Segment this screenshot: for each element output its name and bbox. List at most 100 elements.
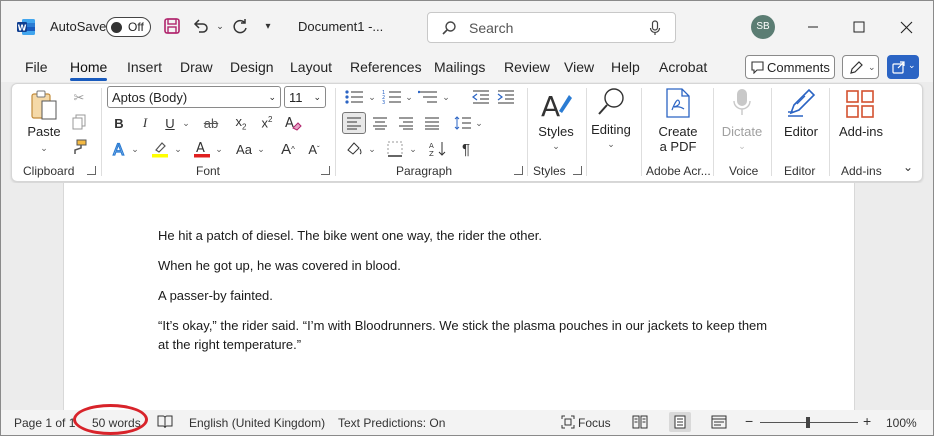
undo-icon[interactable] (191, 16, 211, 36)
zoom-level[interactable]: 100% (886, 416, 917, 430)
document-title[interactable]: Document1 -... (298, 19, 383, 34)
decrease-indent-icon[interactable] (471, 88, 491, 106)
dictate-microphone-icon[interactable] (731, 86, 753, 120)
text-effects-dropdown-icon[interactable]: ⌄ (130, 143, 140, 155)
tab-layout[interactable]: Layout (290, 59, 332, 75)
read-mode-icon[interactable] (632, 414, 648, 430)
page-count[interactable]: Page 1 of 1 (14, 416, 75, 430)
undo-dropdown-icon[interactable]: ⌄ (210, 16, 230, 36)
tab-design[interactable]: Design (230, 59, 274, 75)
subscript-icon[interactable]: x2 (232, 114, 250, 132)
tab-draw[interactable]: Draw (180, 59, 213, 75)
change-case-dropdown-icon[interactable]: ⌄ (256, 143, 266, 155)
focus-label[interactable]: Focus (578, 416, 611, 430)
paste-label[interactable]: Paste (27, 124, 61, 139)
create-pdf-label-line2[interactable]: a PDF (652, 139, 704, 154)
editing-mode-button[interactable]: ⌄ (842, 55, 879, 79)
shading-dropdown-icon[interactable]: ⌄ (367, 143, 377, 155)
tab-mailings[interactable]: Mailings (434, 59, 485, 75)
borders-icon[interactable] (385, 140, 405, 158)
bold-icon[interactable]: B (111, 114, 127, 132)
font-color-dropdown-icon[interactable]: ⌄ (214, 143, 224, 155)
search-box[interactable]: Search (427, 12, 676, 43)
superscript-icon[interactable]: x2 (258, 114, 276, 132)
tab-acrobat[interactable]: Acrobat (659, 59, 707, 75)
tab-insert[interactable]: Insert (127, 59, 162, 75)
line-spacing-dropdown-icon[interactable]: ⌄ (474, 117, 484, 129)
editor-label[interactable]: Editor (778, 124, 824, 139)
strikethrough-icon[interactable]: ab (202, 114, 220, 132)
find-magnifier-icon[interactable] (595, 86, 627, 118)
save-icon[interactable] (162, 16, 182, 36)
borders-dropdown-icon[interactable]: ⌄ (408, 143, 418, 155)
highlight-icon[interactable] (151, 140, 169, 158)
styles-icon[interactable]: A (538, 88, 574, 122)
zoom-out-button[interactable]: − (745, 413, 753, 429)
numbering-icon[interactable]: 123 (381, 88, 403, 106)
multilevel-list-icon[interactable] (417, 88, 439, 106)
paste-icon[interactable] (28, 88, 60, 122)
user-avatar[interactable]: SB (751, 15, 775, 39)
web-layout-icon[interactable] (711, 414, 727, 430)
comments-button[interactable]: Comments (745, 55, 835, 79)
shrink-font-icon[interactable]: Aˇ (304, 140, 324, 158)
editing-label[interactable]: Editing (589, 122, 633, 137)
document-paragraph[interactable]: He hit a patch of diesel. The bike went … (158, 226, 778, 245)
share-button[interactable]: ⌄ (887, 55, 919, 79)
focus-icon[interactable] (560, 414, 576, 430)
document-paragraph[interactable]: “It’s okay,” the rider said. “I’m with B… (158, 316, 778, 354)
underline-icon[interactable]: U (162, 114, 178, 132)
font-size-combo[interactable]: 11 ⌄ (284, 86, 326, 108)
add-ins-icon[interactable] (844, 88, 876, 120)
line-spacing-icon[interactable] (453, 114, 473, 132)
editor-icon[interactable] (784, 86, 818, 120)
numbering-dropdown-icon[interactable]: ⌄ (404, 91, 414, 103)
styles-dropdown-icon[interactable]: ⌄ (550, 140, 562, 152)
editing-dropdown-icon[interactable]: ⌄ (605, 138, 617, 150)
copy-icon[interactable] (70, 113, 88, 131)
collapse-ribbon-icon[interactable]: ⌄ (900, 160, 916, 174)
redo-icon[interactable] (230, 16, 250, 36)
paragraph-launcher-icon[interactable] (514, 166, 523, 175)
justify-icon[interactable] (422, 114, 442, 132)
italic-icon[interactable]: I (137, 114, 153, 132)
underline-dropdown-icon[interactable]: ⌄ (181, 117, 191, 129)
text-predictions-status[interactable]: Text Predictions: On (338, 416, 445, 430)
clipboard-launcher-icon[interactable] (87, 166, 96, 175)
proofing-book-icon[interactable] (157, 414, 173, 430)
close-icon[interactable] (893, 14, 919, 40)
font-color-icon[interactable]: A (193, 140, 211, 158)
bullets-icon[interactable] (343, 88, 365, 106)
zoom-slider-thumb[interactable] (806, 417, 810, 428)
font-launcher-icon[interactable] (321, 166, 330, 175)
font-name-combo[interactable]: Aptos (Body) ⌄ (107, 86, 281, 108)
sort-icon[interactable]: AZ (428, 140, 448, 158)
change-case-icon[interactable]: Aa (233, 140, 255, 158)
bullets-dropdown-icon[interactable]: ⌄ (367, 91, 377, 103)
tab-view[interactable]: View (564, 59, 594, 75)
zoom-in-button[interactable]: + (863, 413, 871, 429)
clear-formatting-icon[interactable]: A (284, 114, 302, 132)
customize-qat-icon[interactable]: ▾ (258, 16, 278, 36)
language-indicator[interactable]: English (United Kingdom) (189, 416, 325, 430)
minimize-icon[interactable] (800, 14, 826, 40)
highlight-dropdown-icon[interactable]: ⌄ (173, 143, 183, 155)
dictate-label[interactable]: Dictate (718, 124, 766, 139)
align-center-icon[interactable] (370, 114, 390, 132)
tab-review[interactable]: Review (504, 59, 550, 75)
document-paragraph[interactable]: A passer-by fainted. (158, 286, 778, 305)
create-pdf-icon[interactable] (664, 86, 692, 120)
print-layout-icon[interactable] (669, 412, 691, 432)
show-formatting-marks-icon[interactable]: ¶ (456, 140, 476, 158)
cut-icon[interactable]: ✂ (70, 89, 88, 107)
tab-home[interactable]: Home (70, 59, 107, 75)
align-left-icon[interactable] (342, 112, 366, 134)
microphone-icon[interactable] (649, 20, 661, 37)
create-pdf-label[interactable]: Create (652, 124, 704, 139)
grow-font-icon[interactable]: A ^ (278, 140, 298, 158)
add-ins-label[interactable]: Add-ins (834, 124, 888, 139)
paste-dropdown-icon[interactable]: ⌄ (38, 142, 50, 154)
styles-label[interactable]: Styles (536, 124, 576, 139)
autosave-toggle[interactable]: Off (106, 17, 151, 37)
document-paragraph[interactable]: When he got up, he was covered in blood. (158, 256, 778, 275)
